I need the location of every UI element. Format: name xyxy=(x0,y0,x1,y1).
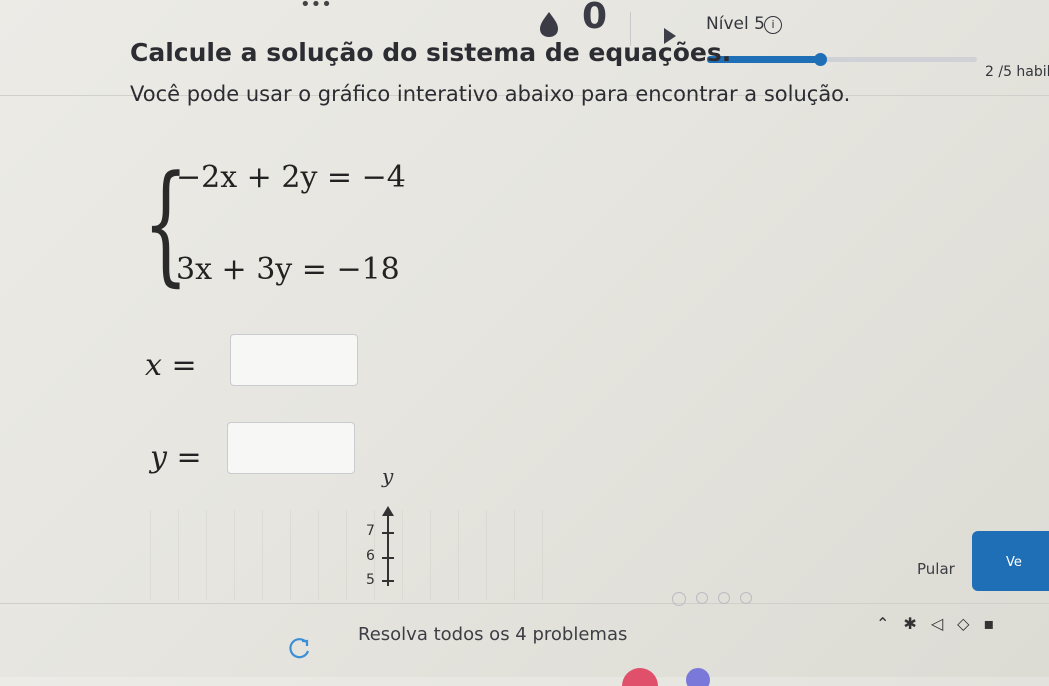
progress-marker xyxy=(814,53,828,66)
tick-label-5: 5 xyxy=(366,572,375,588)
problem-dots xyxy=(672,592,752,606)
graph-grid xyxy=(150,510,550,600)
tick-label-7: 7 xyxy=(366,523,375,539)
problem-dot xyxy=(696,592,708,604)
problem-dot xyxy=(718,592,730,604)
tick-7 xyxy=(382,532,394,534)
y-axis-label: y xyxy=(382,464,394,488)
verify-button[interactable]: Ve xyxy=(972,531,1049,591)
equation-2: 3x + 3y = −18 xyxy=(176,252,400,287)
streak-icon xyxy=(540,12,558,37)
info-icon[interactable]: i xyxy=(764,16,782,34)
system-tray-icons: ⌃✱◁◇▪ xyxy=(876,614,1009,633)
x-answer-input[interactable] xyxy=(230,334,358,386)
tick-6 xyxy=(382,557,394,559)
problem-dot xyxy=(672,592,686,606)
problem-title: Calcule a solução do sistema de equações… xyxy=(130,38,732,67)
streak-count: 0 xyxy=(582,0,608,37)
resolve-all-text: Resolva todos os 4 problemas xyxy=(358,624,628,645)
level-label: Nível 5 xyxy=(706,14,765,34)
footer-divider xyxy=(0,603,1049,604)
skip-button[interactable]: Pular xyxy=(917,560,955,578)
tick-label-6: 6 xyxy=(366,548,375,564)
tick-5 xyxy=(382,580,394,582)
bottom-decorative-shapes xyxy=(622,668,710,686)
refresh-icon[interactable] xyxy=(286,636,312,662)
problem-dot xyxy=(740,592,752,604)
y-axis xyxy=(387,516,389,586)
y-axis-arrow xyxy=(382,506,394,516)
x-label: x = xyxy=(145,348,197,383)
top-bar xyxy=(0,0,1049,22)
skills-progress: 2 /5 habilida xyxy=(985,64,1049,80)
problem-subtitle: Você pode usar o gráfico interativo abai… xyxy=(130,82,851,106)
interactive-graph[interactable]: y 7 6 5 xyxy=(150,460,570,610)
overflow-dots: ••• xyxy=(300,0,332,15)
equation-1: −2x + 2y = −4 xyxy=(176,160,406,195)
